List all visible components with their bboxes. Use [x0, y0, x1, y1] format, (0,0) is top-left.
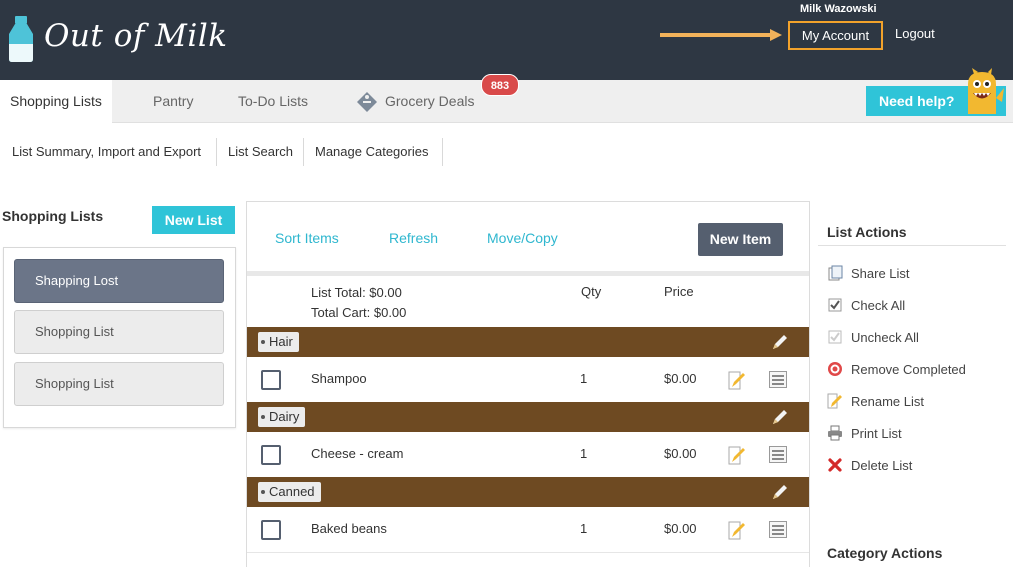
item-checkbox[interactable]: [261, 370, 281, 390]
action-label: Delete List: [851, 458, 913, 473]
share-icon: [828, 265, 843, 281]
action-label: Uncheck All: [851, 330, 919, 345]
list-item-selected[interactable]: Shapping Lost: [14, 259, 224, 303]
tab-to-do-lists[interactable]: To-Do Lists: [238, 80, 308, 123]
item-checkbox[interactable]: [261, 445, 281, 465]
subnav-separator: [303, 138, 304, 166]
action-label: Check All: [851, 298, 906, 313]
list-item[interactable]: Shopping List: [14, 310, 224, 354]
edit-category-icon[interactable]: [771, 408, 789, 426]
category-header-hair: Hair: [247, 327, 809, 357]
item-qty: 1: [580, 371, 588, 386]
logout-link[interactable]: Logout: [895, 26, 935, 41]
category-header-canned: Canned: [247, 477, 809, 507]
table-row: Cheese - cream 1 $0.00: [247, 432, 809, 478]
table-row: Baked beans 1 $0.00: [247, 507, 809, 553]
item-price: $0.00: [664, 446, 697, 461]
target-icon: [828, 362, 842, 376]
category-header-dairy: Dairy: [247, 402, 809, 432]
category-tag[interactable]: Canned: [258, 482, 321, 502]
my-account-link[interactable]: My Account: [788, 21, 883, 50]
milk-bottle-icon: [9, 16, 33, 62]
tab-pantry[interactable]: Pantry: [153, 80, 193, 123]
move-copy-link[interactable]: Move/Copy: [487, 230, 558, 246]
user-name: Milk Wazowski: [800, 3, 877, 15]
sort-items-link[interactable]: Sort Items: [275, 230, 339, 246]
edit-item-icon[interactable]: [728, 370, 746, 390]
list-total-text: List Total: $0.00: [311, 285, 402, 300]
action-label: Share List: [851, 266, 910, 281]
red-x-icon: [828, 458, 842, 472]
app-logo-text[interactable]: Out of Milk: [44, 18, 228, 54]
subnav-list-summary[interactable]: List Summary, Import and Export: [12, 138, 201, 166]
table-row: Shampoo 1 $0.00: [247, 357, 809, 403]
item-name[interactable]: Baked beans: [311, 521, 387, 536]
lists-panel: Shapping Lost Shopping List Shopping Lis…: [3, 247, 236, 428]
drag-handle-icon[interactable]: [769, 446, 787, 463]
action-label: Print List: [851, 426, 902, 441]
new-list-button[interactable]: New List: [152, 206, 235, 234]
subnav-list-search[interactable]: List Search: [228, 138, 293, 166]
action-label: Rename List: [851, 394, 924, 409]
main-tab-bar: Shopping Lists Pantry To-Do Lists Grocer…: [0, 74, 1013, 123]
category-tag[interactable]: Hair: [258, 332, 299, 352]
edit-item-icon[interactable]: [728, 445, 746, 465]
item-price: $0.00: [664, 521, 697, 536]
item-name[interactable]: Cheese - cream: [311, 446, 403, 461]
tab-grocery-deals[interactable]: Grocery Deals: [385, 80, 474, 123]
edit-item-icon[interactable]: [728, 520, 746, 540]
list-totals: List Total: $0.00 Total Cart: $0.00: [311, 283, 406, 323]
checked-box-icon: [828, 298, 842, 312]
subnav-manage-categories[interactable]: Manage Categories: [315, 138, 428, 166]
price-tag-icon: [357, 92, 377, 112]
top-header: Out of Milk Milk Wazowski My Account Log…: [0, 0, 1013, 80]
item-checkbox[interactable]: [261, 520, 281, 540]
total-cart-text: Total Cart: $0.00: [311, 305, 407, 320]
edit-category-icon[interactable]: [771, 333, 789, 351]
list-actions-heading: List Actions: [827, 224, 907, 240]
divider: [247, 271, 809, 276]
category-actions-heading: Category Actions: [827, 545, 943, 561]
item-name[interactable]: Shampoo: [311, 371, 367, 386]
item-qty: 1: [580, 446, 588, 461]
shopping-lists-heading: Shopping Lists: [2, 208, 104, 224]
drag-handle-icon[interactable]: [769, 371, 787, 388]
price-column-header: Price: [664, 284, 694, 299]
action-label: Remove Completed: [851, 362, 966, 377]
qty-column-header: Qty: [581, 284, 602, 299]
unchecked-box-icon: [828, 330, 842, 344]
edit-category-icon[interactable]: [771, 483, 789, 501]
tab-shopping-lists[interactable]: Shopping Lists: [0, 80, 112, 123]
drag-handle-icon[interactable]: [769, 521, 787, 538]
item-qty: 1: [580, 521, 588, 536]
subnav-separator: [442, 138, 443, 166]
item-price: $0.00: [664, 371, 697, 386]
list-detail-panel: Sort Items Refresh Move/Copy New Item Li…: [246, 201, 810, 567]
printer-icon: [828, 425, 842, 441]
deals-count-badge: 883: [481, 74, 519, 96]
category-tag[interactable]: Dairy: [258, 407, 306, 427]
new-item-button[interactable]: New Item: [698, 223, 783, 256]
refresh-link[interactable]: Refresh: [389, 230, 438, 246]
pencil-page-icon: [827, 393, 842, 409]
subnav-separator: [216, 138, 217, 166]
arrow-right-icon: [660, 29, 782, 41]
divider: [818, 245, 1006, 246]
list-item[interactable]: Shopping List: [14, 362, 224, 406]
mascot-monster-icon: [968, 68, 1004, 114]
